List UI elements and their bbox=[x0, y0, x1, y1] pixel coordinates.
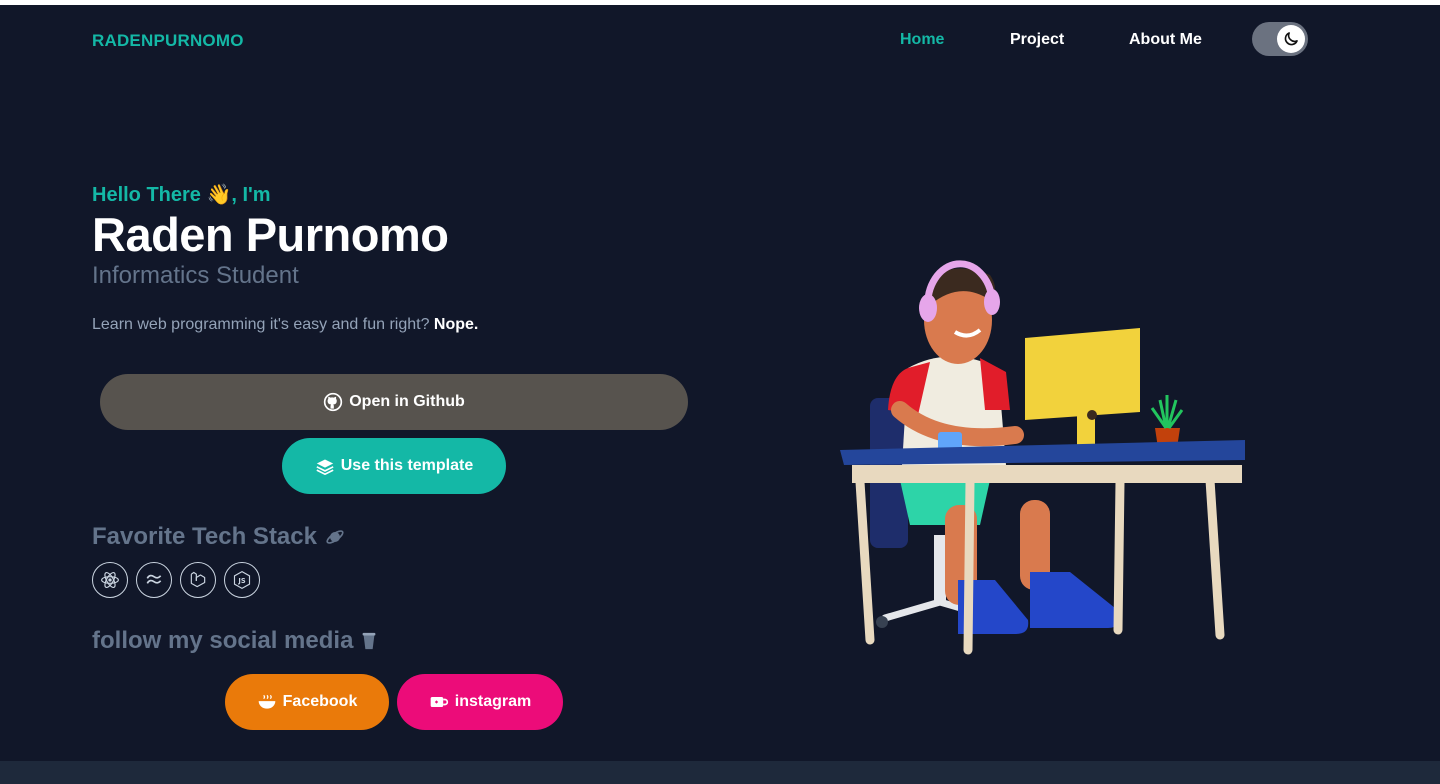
nav-home-link[interactable]: Home bbox=[900, 31, 944, 49]
moon-icon bbox=[1284, 32, 1298, 46]
instagram-button[interactable]: instagram bbox=[397, 674, 563, 730]
social-title: follow my social media bbox=[92, 627, 354, 654]
hero-role: Informatics Student bbox=[92, 262, 299, 289]
layers-icon bbox=[316, 459, 334, 475]
svg-text:JS: JS bbox=[237, 577, 245, 585]
laravel-icon[interactable] bbox=[180, 562, 216, 598]
react-icon[interactable] bbox=[92, 562, 128, 598]
hero-name: Raden Purnomo bbox=[92, 208, 449, 261]
instagram-label: instagram bbox=[454, 693, 532, 710]
planet-icon bbox=[326, 530, 344, 544]
use-template-button[interactable]: Use this template bbox=[282, 438, 506, 494]
tech-icons: JS bbox=[92, 562, 260, 598]
theme-toggle[interactable] bbox=[1252, 22, 1308, 56]
tagline-emphasis: Nope. bbox=[433, 316, 479, 333]
nodejs-icon[interactable]: JS bbox=[224, 562, 260, 598]
mug-icon bbox=[430, 697, 448, 707]
greeting-text: Hello There 👋, I'm bbox=[92, 184, 271, 206]
facebook-label: Facebook bbox=[282, 693, 358, 710]
open-github-label: Open in Github bbox=[349, 393, 465, 410]
toggle-knob bbox=[1277, 25, 1305, 53]
nav-about-link[interactable]: About Me bbox=[1129, 31, 1202, 49]
open-github-button[interactable]: Open in Github bbox=[100, 374, 688, 430]
tagline-text: Learn web programming it's easy and fun … bbox=[92, 316, 430, 333]
bowl-icon bbox=[258, 694, 275, 709]
facebook-button[interactable]: Facebook bbox=[225, 674, 389, 730]
footer-strip bbox=[0, 761, 1440, 784]
use-template-label: Use this template bbox=[340, 457, 474, 474]
social-heading: follow my social media bbox=[92, 627, 377, 655]
nav-project-link[interactable]: Project bbox=[1010, 31, 1064, 49]
hero-tagline: Learn web programming it's easy and fun … bbox=[92, 316, 478, 334]
developer-illustration bbox=[840, 260, 1245, 655]
tech-stack-heading: Favorite Tech Stack bbox=[92, 523, 345, 551]
brand-logo[interactable]: RADENPURNOMO bbox=[92, 31, 244, 51]
tech-stack-title: Favorite Tech Stack bbox=[92, 523, 317, 550]
tailwind-icon[interactable] bbox=[136, 562, 172, 598]
cup-icon bbox=[363, 632, 376, 650]
github-icon bbox=[324, 392, 343, 412]
